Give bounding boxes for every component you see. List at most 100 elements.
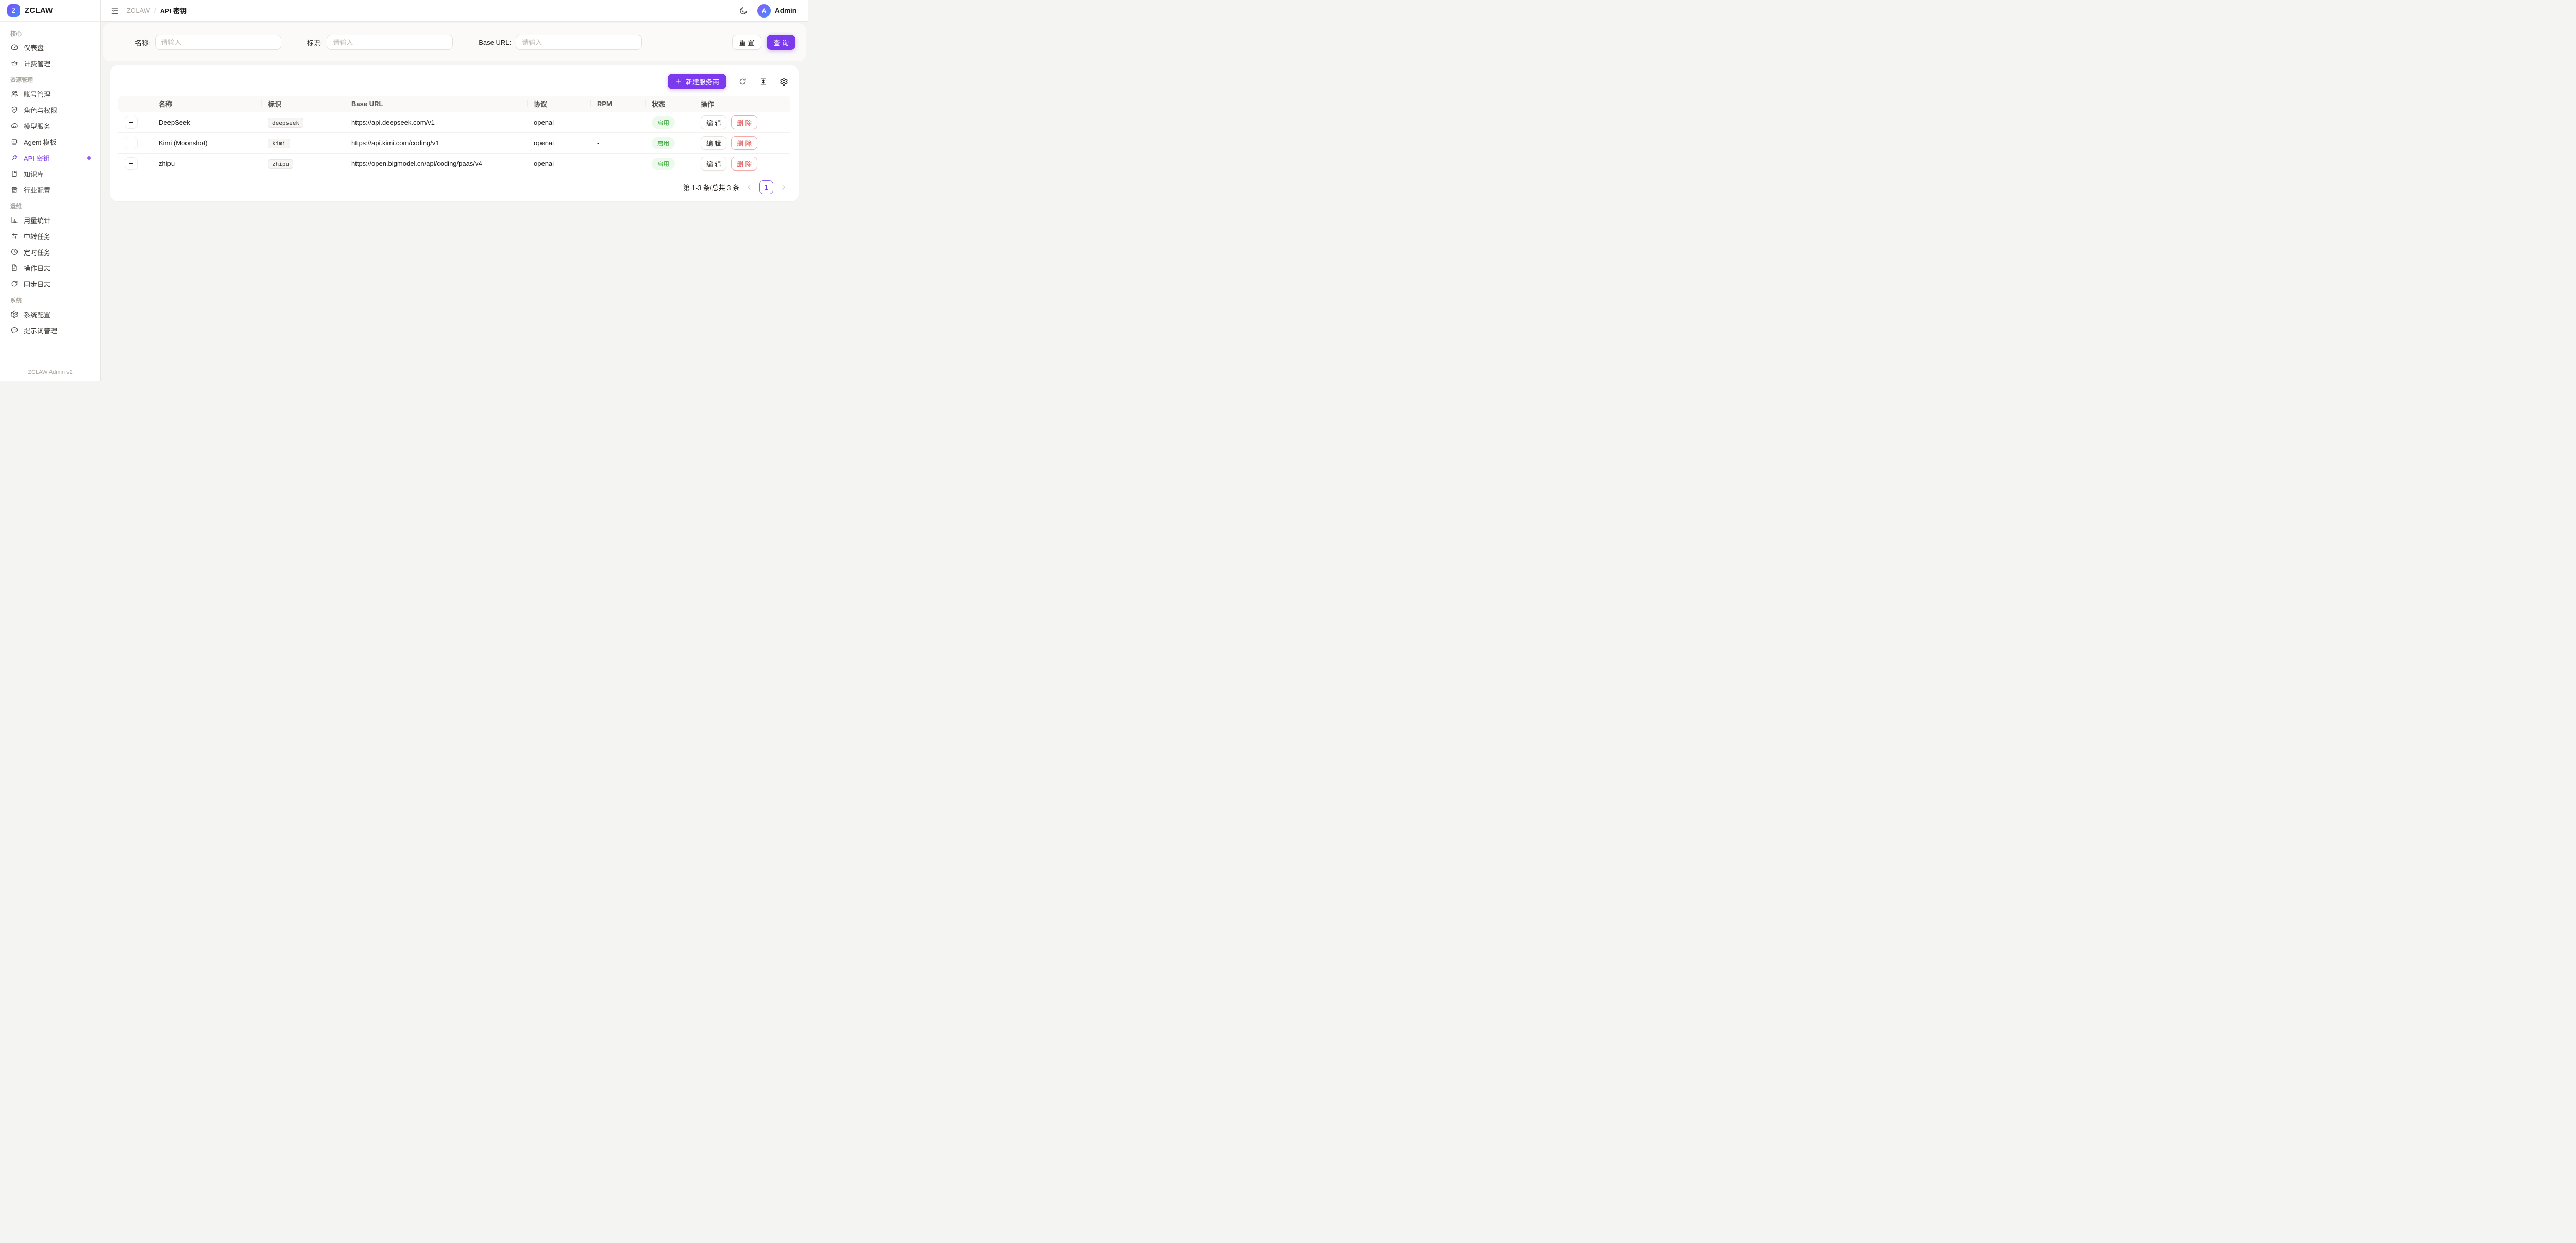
gear-icon: [10, 310, 19, 318]
providers-card: 新建服务商 名称标识Base URL协议RPM状态操作 DeepSeek deep…: [110, 65, 799, 201]
next-page-button[interactable]: [779, 183, 787, 191]
user-menu[interactable]: A Admin: [757, 4, 796, 18]
sidebar-item-relay-tasks[interactable]: 中转任务: [6, 228, 94, 244]
sidebar-item-label: 操作日志: [24, 263, 50, 273]
bar-chart-icon: [10, 216, 19, 224]
base_url-filter-input[interactable]: [516, 35, 642, 50]
identifier-filter-input[interactable]: [327, 35, 453, 50]
sidebar-item-label: 中转任务: [24, 231, 50, 241]
plug-icon: [10, 154, 19, 162]
refresh-table-button[interactable]: [738, 77, 747, 86]
filter-actions: 重 置 查 询: [732, 35, 795, 50]
sidebar-item-prompt-management[interactable]: 提示词管理: [6, 322, 94, 338]
reset-button[interactable]: 重 置: [732, 35, 762, 50]
identifier-tag: zhipu: [268, 159, 293, 169]
plus-icon: [128, 119, 134, 126]
plus-icon: [128, 140, 134, 146]
sidebar-item-label: 同步日志: [24, 279, 50, 289]
sidebar-item-label: Agent 模板: [24, 137, 57, 147]
gauge-icon: [10, 43, 19, 52]
top-header: ZCLAW / API 密钥 A Admin: [101, 0, 808, 22]
sidebar-item-operation-logs[interactable]: 操作日志: [6, 260, 94, 276]
sidebar-item-roles-permissions[interactable]: 角色与权限: [6, 102, 94, 117]
refresh-icon: [10, 280, 19, 288]
sidebar-item-industry-config[interactable]: 行业配置: [6, 182, 94, 197]
sidebar-item-label: 系统配置: [24, 310, 50, 319]
status-badge: 启用: [652, 137, 675, 149]
page-number-button[interactable]: 1: [759, 180, 773, 194]
store-icon: [10, 185, 19, 194]
nav-section-label: 系统: [6, 292, 94, 307]
sidebar-collapse-button[interactable]: [110, 6, 120, 15]
dark-mode-toggle[interactable]: [739, 6, 748, 15]
page-content: 名称:标识:Base URL: 重 置 查 询 新建服务商: [101, 22, 808, 201]
filter-label: Base URL:: [479, 39, 511, 46]
protocol-cell: openai: [528, 154, 591, 174]
expand-row-button[interactable]: [125, 137, 138, 149]
sidebar-item-knowledge-base[interactable]: 知识库: [6, 166, 94, 181]
delete-button[interactable]: 删 除: [731, 157, 757, 171]
base-url-cell: https://api.deepseek.com/v1: [345, 112, 528, 133]
breadcrumb-root[interactable]: ZCLAW: [127, 7, 150, 14]
column-header: 名称: [152, 96, 262, 112]
prev-page-button[interactable]: [745, 183, 753, 191]
sidebar-item-api-keys[interactable]: API 密钥: [6, 150, 94, 165]
sidebar-item-accounts[interactable]: 账号管理: [6, 86, 94, 101]
table-header-row: 名称标识Base URL协议RPM状态操作: [118, 96, 790, 112]
sidebar-item-label: API 密钥: [24, 153, 50, 163]
rpm-cell: -: [591, 133, 646, 154]
breadcrumb-current: API 密钥: [160, 6, 187, 15]
avatar: A: [757, 4, 771, 18]
row-density-button[interactable]: [759, 77, 768, 86]
identifier-tag: kimi: [268, 139, 290, 148]
identifier-tag: deepseek: [268, 118, 303, 128]
sidebar-item-usage-stats[interactable]: 用量统计: [6, 212, 94, 228]
column-header-expand: [118, 96, 152, 112]
nav-section-label: 资源管理: [6, 72, 94, 86]
shield-check-icon: [10, 106, 19, 114]
sidebar-item-label: 知识库: [24, 169, 44, 179]
filter-field-base_url: Base URL:: [479, 35, 642, 50]
chat-bubble-icon: [10, 326, 19, 334]
expand-row-button[interactable]: [125, 116, 138, 129]
sidebar-item-dashboard[interactable]: 仪表盘: [6, 40, 94, 55]
sidebar-item-scheduled-tasks[interactable]: 定时任务: [6, 244, 94, 260]
sidebar-item-agent-templates[interactable]: Agent 模板: [6, 134, 94, 149]
sidebar-item-label: 模型服务: [24, 121, 50, 131]
expand-row-button[interactable]: [125, 157, 138, 170]
delete-button[interactable]: 删 除: [731, 136, 757, 150]
users-icon: [10, 90, 19, 98]
table-row: DeepSeek deepseek https://api.deepseek.com…: [118, 112, 790, 133]
clock-icon: [10, 248, 19, 256]
sidebar-item-label: 定时任务: [24, 247, 50, 257]
nav-section-label: 运维: [6, 198, 94, 212]
robot-icon: [10, 138, 19, 146]
edit-button[interactable]: 编 辑: [701, 157, 726, 171]
sidebar-item-billing[interactable]: 计费管理: [6, 56, 94, 71]
edit-button[interactable]: 编 辑: [701, 136, 726, 150]
crown-icon: [10, 59, 19, 67]
new-provider-label: 新建服务商: [686, 77, 719, 87]
sidebar-item-sync-logs[interactable]: 同步日志: [6, 276, 94, 292]
sidebar-item-label: 角色与权限: [24, 105, 57, 115]
plus-icon: [675, 78, 682, 85]
edit-button[interactable]: 编 辑: [701, 115, 726, 129]
pagination: 第 1-3 条/总共 3 条 1: [118, 174, 790, 197]
sidebar: Z ZCLAW 核心仪表盘计费管理资源管理账号管理角色与权限模型服务Agent …: [0, 0, 101, 381]
column-header: 状态: [646, 96, 694, 112]
provider-name-cell: Kimi (Moonshot): [152, 133, 262, 154]
provider-name-cell: DeepSeek: [152, 112, 262, 133]
delete-button[interactable]: 删 除: [731, 115, 757, 129]
search-button[interactable]: 查 询: [767, 35, 795, 50]
brand[interactable]: Z ZCLAW: [0, 0, 100, 22]
name-filter-input[interactable]: [155, 35, 281, 50]
sidebar-item-model-services[interactable]: 模型服务: [6, 118, 94, 133]
breadcrumb: ZCLAW / API 密钥: [127, 6, 187, 15]
sidebar-item-system-config[interactable]: 系统配置: [6, 307, 94, 322]
pagination-summary: 第 1-3 条/总共 3 条: [683, 182, 739, 192]
new-provider-button[interactable]: 新建服务商: [668, 74, 726, 89]
column-settings-button[interactable]: [779, 77, 788, 86]
filter-field-identifier: 标识:: [307, 35, 453, 50]
filter-panel: 名称:标识:Base URL: 重 置 查 询: [103, 23, 806, 61]
brand-logo: Z: [7, 4, 20, 17]
